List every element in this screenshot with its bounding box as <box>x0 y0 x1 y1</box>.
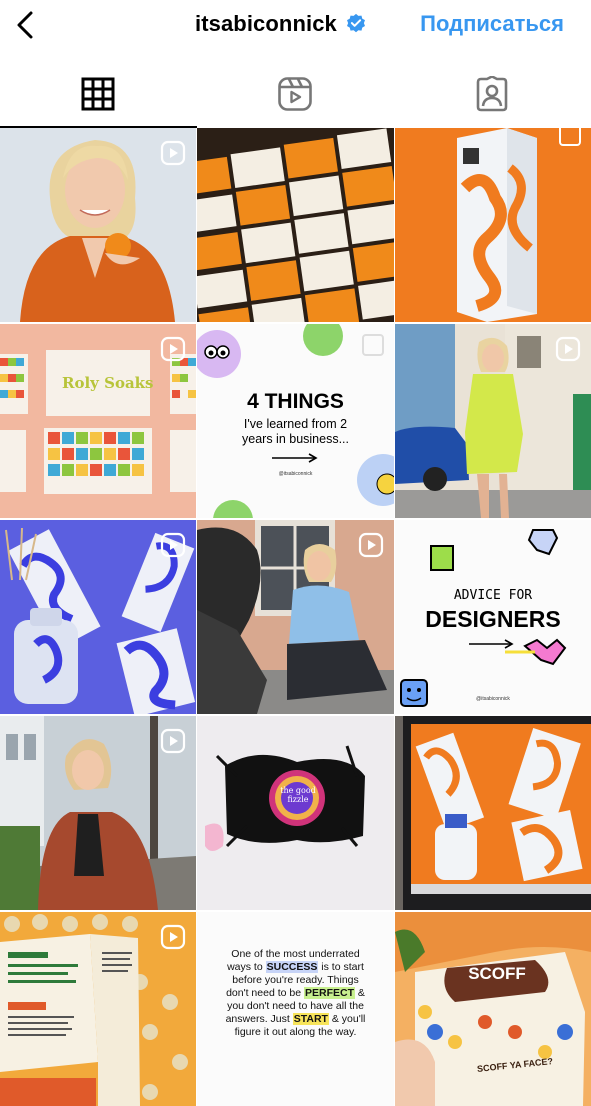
quote-highlight-success: SUCCESS <box>265 961 319 973</box>
post-12-photo <box>395 716 591 910</box>
chevron-left-icon <box>17 11 33 39</box>
post-4-brand: Roly Soaks <box>62 374 154 392</box>
post-10[interactable] <box>0 716 196 910</box>
post-12[interactable] <box>395 716 591 910</box>
post-3-photo <box>395 128 591 322</box>
post-13[interactable] <box>0 912 196 1106</box>
post-11-brand: the good fizzle <box>280 786 316 804</box>
back-button[interactable] <box>10 10 40 40</box>
post-14[interactable]: One of the most underrated ways to SUCCE… <box>197 912 394 1106</box>
grid-icon <box>81 77 115 111</box>
quote-highlight-start: START <box>292 1013 329 1025</box>
reels-icon <box>278 77 312 111</box>
tab-reels[interactable] <box>274 73 316 115</box>
post-2[interactable] <box>197 128 394 322</box>
posts-grid: Roly Soaks 4 THINGS I've learned from 2 … <box>0 128 591 1106</box>
clip-badge-icon <box>555 336 581 362</box>
post-11-photo <box>197 716 394 910</box>
subscribe-button[interactable]: Подписаться <box>420 11 564 37</box>
post-5-title: 4 THINGS <box>247 390 344 413</box>
carousel-badge-icon <box>362 334 384 356</box>
post-4[interactable]: Roly Soaks <box>0 324 196 518</box>
verified-badge-icon <box>346 13 365 33</box>
post-8[interactable] <box>197 520 394 714</box>
profile-header: itsabiconnick Подписаться <box>0 0 591 60</box>
post-5[interactable]: 4 THINGS I've learned from 2 years in bu… <box>197 324 394 518</box>
post-1[interactable] <box>0 128 196 322</box>
post-5-handle: @itsabiconnick <box>278 471 313 477</box>
quote-highlight-perfect: PERFECT <box>303 987 355 999</box>
clip-badge-icon <box>160 728 186 754</box>
post-6[interactable] <box>395 324 591 518</box>
clip-badge-icon <box>160 336 186 362</box>
post-14-quote: One of the most underrated ways to SUCCE… <box>225 948 366 1039</box>
tab-grid[interactable] <box>77 73 119 115</box>
post-15[interactable]: SCOFF SCOFF YA FACE? <box>395 912 591 1106</box>
tab-tagged[interactable] <box>471 73 513 115</box>
clip-badge-icon <box>160 140 186 166</box>
clip-badge-icon <box>358 532 384 558</box>
username: itsabiconnick <box>195 11 337 36</box>
profile-title: itsabiconnick <box>195 11 367 37</box>
clip-badge-icon <box>160 924 186 950</box>
profile-tabs <box>0 60 591 128</box>
post-11[interactable]: the good fizzle <box>197 716 394 910</box>
post-9-line2: DESIGNERS <box>425 606 561 632</box>
post-2-photo <box>197 128 394 322</box>
post-9-line1: ADVICE FOR <box>453 588 533 603</box>
post-5-subtitle: I've learned from 2 years in business... <box>242 417 349 446</box>
clip-badge-icon <box>160 532 186 558</box>
post-15-brand: SCOFF <box>468 964 526 983</box>
post-9-handle: @itsabiconnick <box>476 696 510 702</box>
tagged-person-icon <box>476 76 508 112</box>
post-7[interactable] <box>0 520 196 714</box>
post-3[interactable] <box>395 128 591 322</box>
post-9[interactable]: ADVICE FOR DESIGNERS @itsabiconnick <box>395 520 591 714</box>
carousel-badge-icon <box>559 128 581 146</box>
post-15-photo <box>395 912 591 1106</box>
